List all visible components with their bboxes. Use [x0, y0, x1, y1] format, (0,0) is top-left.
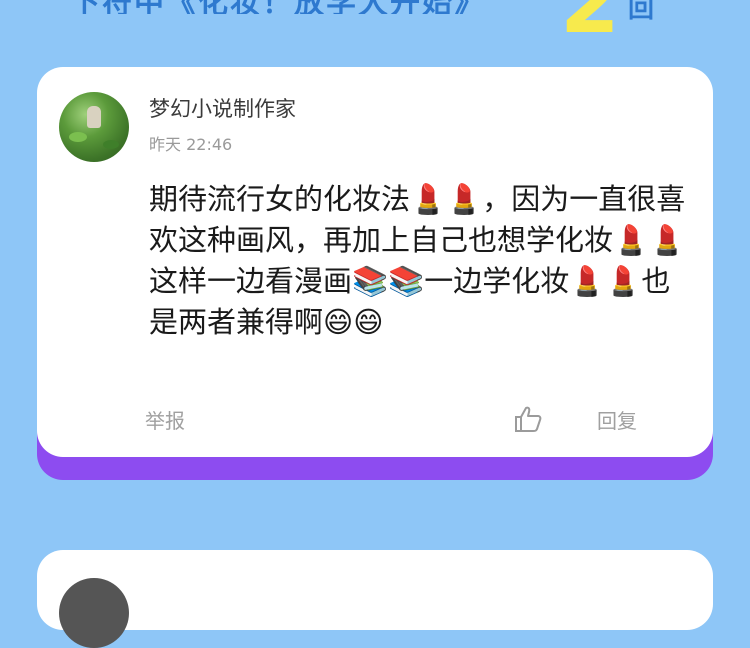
comment-timestamp: 昨天 22:46 [149, 135, 233, 154]
next-user-avatar[interactable] [59, 578, 129, 648]
username[interactable]: 梦幻小说制作家 [149, 93, 296, 123]
comment-card: 梦幻小说制作家 昨天 22:46 期待流行女的化妆法💄💄，因为一直很喜欢这种画风… [37, 67, 713, 457]
next-comment-card [37, 550, 713, 648]
user-avatar[interactable] [59, 92, 129, 162]
banner-tail: 回 [628, 0, 655, 24]
banner-number: 2 [560, 0, 620, 53]
reply-button[interactable]: 回复 [597, 405, 637, 434]
thumbs-up-icon[interactable] [513, 405, 543, 433]
report-button[interactable]: 举报 [145, 405, 185, 434]
comment-text: 期待流行女的化妆法💄💄，因为一直很喜欢这种画风，再加上自己也想学化妆💄💄这样一边… [149, 182, 686, 339]
